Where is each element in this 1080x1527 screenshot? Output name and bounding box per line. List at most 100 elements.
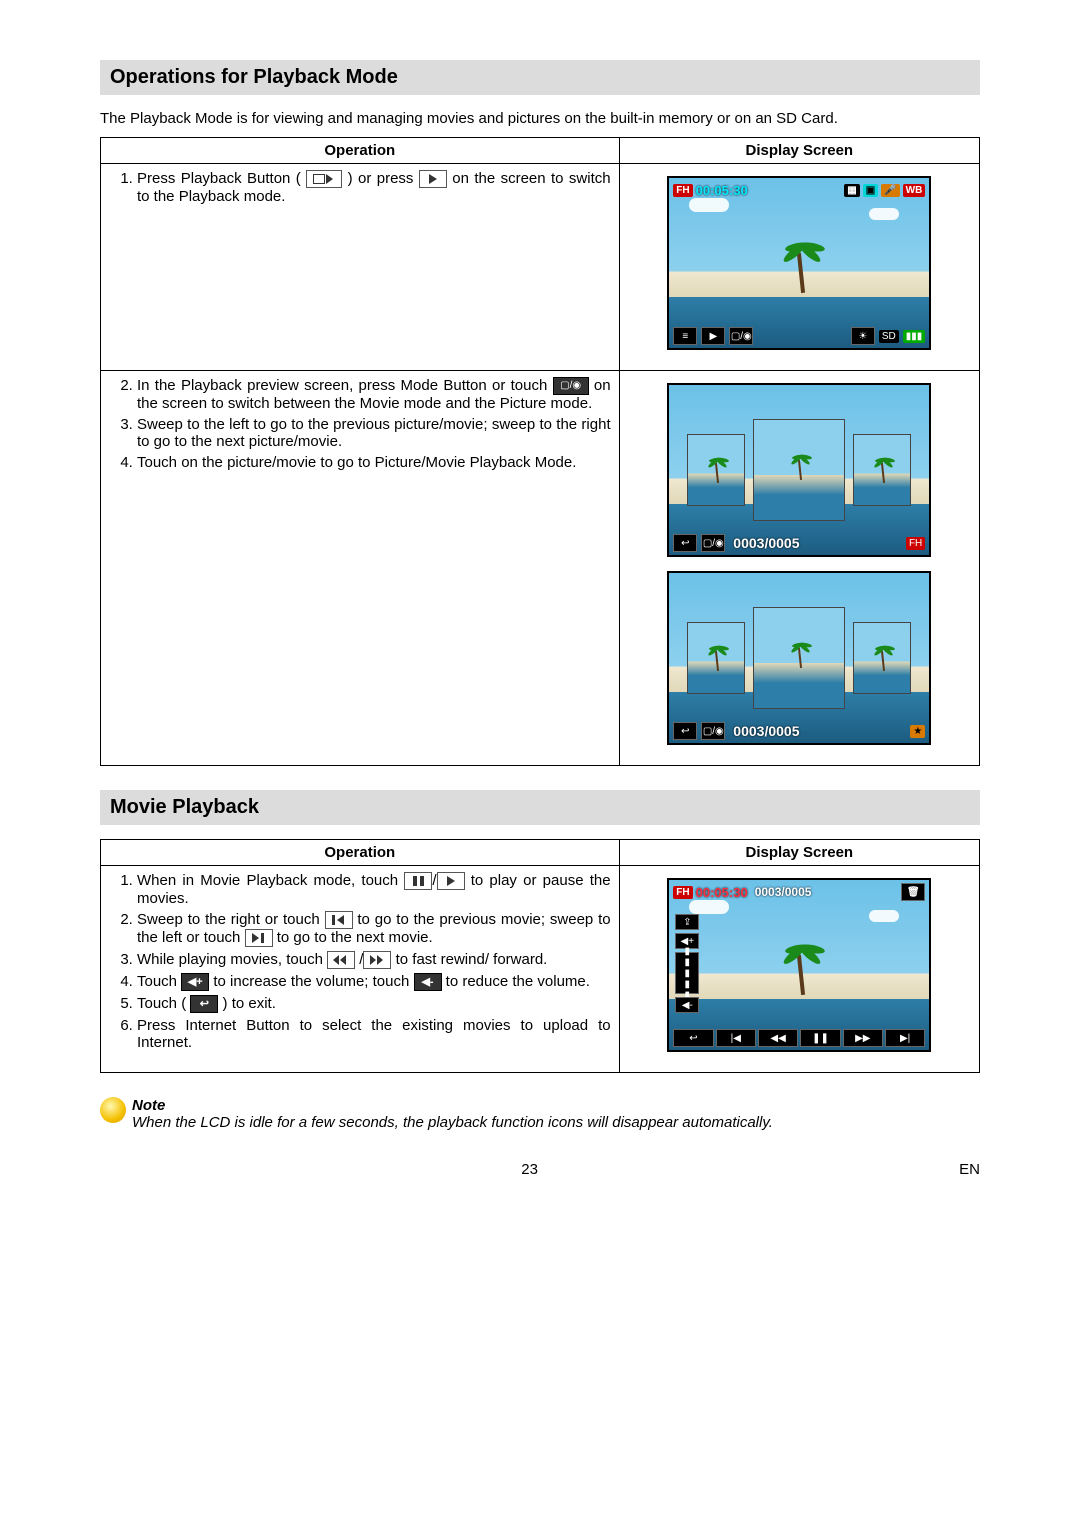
op-cell-movie: When in Movie Playback mode, touch / to … [101, 866, 620, 1073]
step-3: Sweep to the left to go to the previous … [137, 416, 611, 450]
prev-movie-icon [325, 911, 353, 929]
step1-text-a: Press Playback Button ( [137, 170, 301, 187]
screen-preview-picture: ↩ ▢/◉ 0003/0005 ★ [667, 571, 931, 745]
thumb-prev [687, 622, 745, 694]
mstep-4: Touch ◀+ to increase the volume; touch ◀… [137, 973, 611, 991]
lightbulb-icon [100, 1097, 126, 1123]
fast-forward-icon [363, 951, 391, 969]
m5-a: Touch ( [137, 995, 186, 1012]
op-cell-row2: In the Playback preview screen, press Mo… [101, 371, 620, 766]
scene-badge: ▣ [863, 184, 878, 197]
mstep-6: Press Internet Button to select the exis… [137, 1017, 611, 1051]
col-header-display: Display Screen [619, 840, 979, 866]
screen-movie-playback: FH 00:05:30 0003/0005 🗑 ⇪ ◀+ ▮▮▮▮▮ ◀- ↩ … [667, 878, 931, 1052]
thumb-current [753, 419, 845, 521]
note-block: Note When the LCD is idle for a few seco… [100, 1097, 980, 1131]
note-title: Note [132, 1097, 980, 1114]
timecode: 00:05:30 [696, 885, 748, 900]
counter: 0003/0005 [733, 535, 799, 551]
m2-a: Sweep to the right or touch [137, 911, 320, 928]
m4-c: to reduce the volume. [446, 973, 590, 990]
light-icon: ☀ [851, 327, 875, 345]
thumb-prev [687, 434, 745, 506]
mic-badge: 🎤 [881, 184, 899, 197]
counter: 0003/0005 [755, 885, 812, 899]
playback-touch-icon: ▶ [701, 327, 725, 345]
delete-icon: 🗑 [901, 883, 925, 901]
battery-icon: ▮▮▮ [903, 330, 926, 343]
page-number: 23 [521, 1161, 538, 1178]
timecode: 00:05:30 [696, 183, 748, 198]
table-playback-ops: Operation Display Screen Press Playback … [100, 137, 980, 766]
m3-a: While playing movies, touch [137, 951, 323, 968]
side-controls: ⇪ ◀+ ▮▮▮▮▮ ◀- [675, 914, 699, 1013]
section-heading-movie-playback: Movie Playback [100, 790, 980, 825]
volume-down-icon: ◀- [675, 997, 699, 1013]
mode-switch-icon: ▢/◉ [701, 722, 725, 740]
playback-button-icon [306, 170, 342, 188]
step-1: Press Playback Button ( ) or press on th… [137, 170, 611, 205]
exit-icon: ↩ [673, 1029, 713, 1047]
mstep-1: When in Movie Playback mode, touch / to … [137, 872, 611, 907]
ds-cell-row1: FH 00:05:30 ▦ ▣ 🎤 WB ≡ ▶ ▢/◉ ☀ SD ▮▮▮ [619, 164, 979, 371]
screen-record-mode: FH 00:05:30 ▦ ▣ 🎤 WB ≡ ▶ ▢/◉ ☀ SD ▮▮▮ [667, 176, 931, 350]
next-icon: ▶| [885, 1029, 925, 1047]
thumb-current [753, 607, 845, 709]
volume-up-icon: ◀+ [181, 973, 209, 991]
section-heading-playback: Operations for Playback Mode [100, 60, 980, 95]
step1-text-b: ) or press [348, 170, 414, 187]
fh-badge: FH [906, 537, 925, 550]
pause-icon [404, 872, 432, 890]
play-touch-icon [419, 170, 447, 188]
fh-badge: FH [673, 886, 692, 899]
volume-down-icon: ◀- [414, 973, 442, 991]
ds-cell-row2: ↩ ▢/◉ 0003/0005 FH ↩ ▢/◉ 0003/0005 [619, 371, 979, 766]
playback-controls: ↩ |◀ ◀◀ ❚❚ ▶▶ ▶| [673, 1029, 925, 1047]
thumb-next [853, 434, 911, 506]
step2-text-a: In the Playback preview screen, press Mo… [137, 377, 547, 394]
wb-badge: WB [903, 184, 926, 197]
forward-icon: ▶▶ [843, 1029, 883, 1047]
prev-icon: |◀ [716, 1029, 756, 1047]
m3-c: to fast rewind/ forward. [396, 951, 548, 968]
thumb-next [853, 622, 911, 694]
m4-a: Touch [137, 973, 177, 990]
step-2: In the Playback preview screen, press Mo… [137, 377, 611, 412]
exit-icon: ↩ [190, 995, 218, 1013]
fh-badge: FH [673, 184, 692, 197]
mstep-3: While playing movies, touch / to fast re… [137, 951, 611, 969]
back-icon: ↩ [673, 722, 697, 740]
sd-badge: SD [879, 330, 899, 343]
m2-c: to go to the next movie. [277, 929, 433, 946]
language-label: EN [959, 1161, 980, 1178]
m5-b: ) to exit. [223, 995, 276, 1012]
volume-level-icon: ▮▮▮▮▮ [675, 952, 699, 994]
res-badge: ▦ [844, 184, 859, 197]
m1-a: When in Movie Playback mode, touch [137, 872, 398, 889]
col-header-operation: Operation [101, 840, 620, 866]
col-header-display: Display Screen [619, 138, 979, 164]
back-icon: ↩ [673, 534, 697, 552]
note-text: When the LCD is idle for a few seconds, … [132, 1114, 980, 1131]
mode-switch-icon: ▢/◉ [701, 534, 725, 552]
step-4: Touch on the picture/movie to go to Pict… [137, 454, 611, 471]
favorite-icon: ★ [910, 725, 925, 738]
col-header-operation: Operation [101, 138, 620, 164]
intro-text: The Playback Mode is for viewing and man… [100, 110, 980, 127]
rewind-icon: ◀◀ [758, 1029, 798, 1047]
fast-rewind-icon [327, 951, 355, 969]
ds-cell-movie: FH 00:05:30 0003/0005 🗑 ⇪ ◀+ ▮▮▮▮▮ ◀- ↩ … [619, 866, 979, 1073]
table-movie-playback: Operation Display Screen When in Movie P… [100, 839, 980, 1073]
m4-b: to increase the volume; touch [213, 973, 409, 990]
internet-share-icon: ⇪ [675, 914, 699, 930]
pause-icon: ❚❚ [800, 1029, 840, 1047]
counter: 0003/0005 [733, 723, 799, 739]
menu-icon: ≡ [673, 327, 697, 345]
screen-preview-movie: ↩ ▢/◉ 0003/0005 FH [667, 383, 931, 557]
mode-switch-touch-icon: ▢/◉ [553, 377, 589, 395]
next-movie-icon [245, 929, 273, 947]
play-icon [437, 872, 465, 890]
mstep-5: Touch ( ↩ ) to exit. [137, 995, 611, 1013]
mstep-2: Sweep to the right or touch to go to the… [137, 911, 611, 947]
mode-switch-icon: ▢/◉ [729, 327, 753, 345]
